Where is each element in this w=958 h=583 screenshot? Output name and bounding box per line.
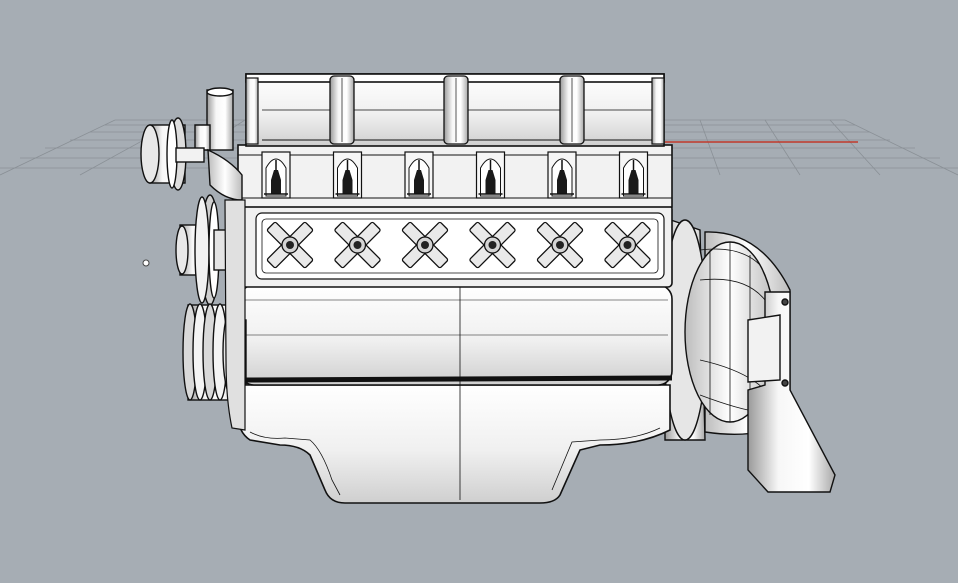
point-object[interactable] xyxy=(142,259,150,267)
3d-viewport[interactable] xyxy=(0,0,958,583)
spark-plug-6 xyxy=(618,151,649,199)
thermostat-housing[interactable] xyxy=(194,87,243,201)
timing-cover[interactable] xyxy=(224,199,246,431)
engine-mount-bracket[interactable] xyxy=(747,291,836,493)
valve-cover-rib-1 xyxy=(329,75,355,145)
spark-plug-1 xyxy=(261,151,291,199)
spark-plug-4 xyxy=(475,151,506,199)
spark-plug-5 xyxy=(547,151,577,199)
spark-plug-2 xyxy=(332,151,363,199)
viewport-canvas[interactable] xyxy=(0,0,958,583)
exhaust-manifold[interactable] xyxy=(241,204,673,288)
oil-pan[interactable] xyxy=(237,384,671,504)
valve-cover-end-1 xyxy=(245,77,259,145)
spark-plug-3 xyxy=(404,151,434,199)
valve-cover-end-2 xyxy=(651,77,665,145)
valve-cover-rib-3 xyxy=(559,75,585,145)
valve-cover-rib-2 xyxy=(443,75,469,145)
cylinder-head[interactable] xyxy=(237,144,673,208)
